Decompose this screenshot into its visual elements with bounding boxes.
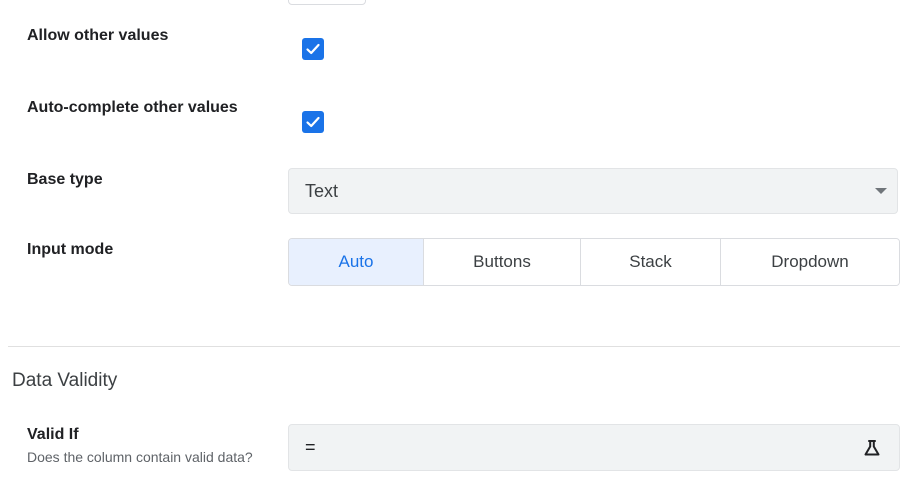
valid-if-formula-input[interactable]: = (288, 424, 900, 471)
base-type-value: Text (305, 180, 339, 201)
input-mode-option-stack[interactable]: Stack (581, 239, 721, 285)
input-mode-label: Input mode (27, 241, 114, 258)
allow-other-values-label: Allow other values (27, 27, 169, 44)
allow-other-values-checkbox[interactable] (302, 38, 324, 60)
base-type-select[interactable]: Text (288, 168, 898, 214)
valid-if-help-text: Does the column contain valid data? (27, 449, 253, 465)
checkmark-icon (306, 43, 320, 55)
base-type-label: Base type (27, 171, 103, 188)
flask-icon[interactable] (862, 438, 882, 458)
autocomplete-other-values-label: Auto-complete other values (27, 99, 238, 116)
section-divider (8, 346, 900, 347)
input-mode-option-dropdown[interactable]: Dropdown (721, 239, 899, 285)
checkmark-icon (306, 116, 320, 128)
valid-if-formula-value: = (305, 437, 316, 457)
input-mode-option-buttons[interactable]: Buttons (424, 239, 581, 285)
data-validity-title: Data Validity (12, 370, 118, 391)
input-mode-segmented-control: Auto Buttons Stack Dropdown (288, 238, 900, 286)
previous-field-input[interactable] (288, 0, 366, 5)
valid-if-label: Valid If (27, 426, 79, 443)
caret-down-icon (875, 188, 887, 194)
autocomplete-other-values-checkbox[interactable] (302, 111, 324, 133)
input-mode-option-auto[interactable]: Auto (289, 239, 424, 285)
